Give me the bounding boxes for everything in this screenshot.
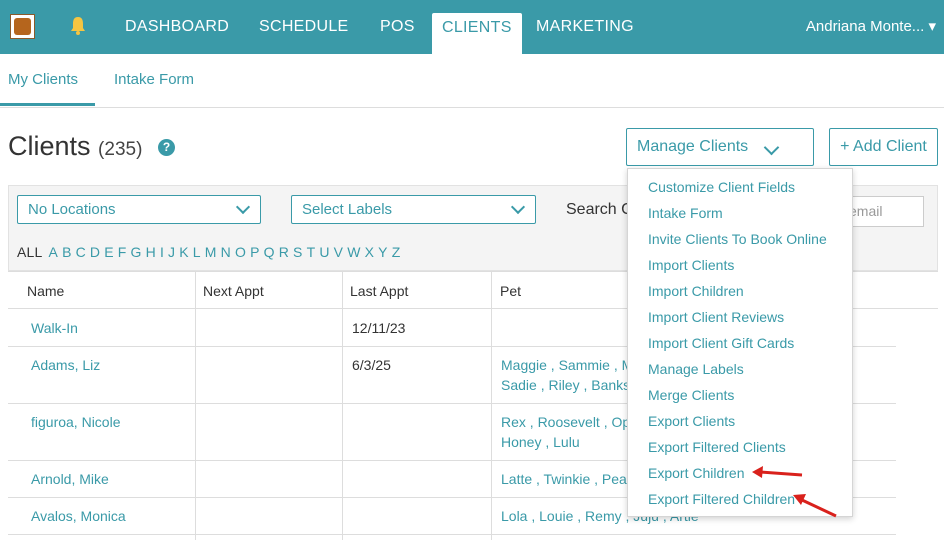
tab-my-clients[interactable]: My Clients	[8, 71, 78, 88]
alpha-letter[interactable]: S	[293, 244, 303, 260]
column-divider	[342, 271, 343, 540]
alpha-letter[interactable]: C	[76, 244, 86, 260]
pet-links[interactable]: Sadie , Riley , Banks	[501, 377, 630, 393]
alpha-letter[interactable]: B	[62, 244, 72, 260]
menu-item-merge-clients[interactable]: Merge Clients	[648, 387, 734, 403]
user-menu[interactable]: Andriana Monte... ▾	[806, 0, 936, 54]
chevron-down-icon	[235, 199, 251, 215]
menu-item-export-children[interactable]: Export Children	[648, 465, 745, 481]
client-name-link[interactable]: Adams, Liz	[31, 357, 100, 373]
logo-mark	[14, 18, 31, 35]
nav-clients[interactable]: CLIENTS	[432, 13, 522, 54]
menu-item-export-clients[interactable]: Export Clients	[648, 413, 735, 429]
pet-links[interactable]: Honey , Lulu	[501, 434, 580, 450]
alpha-letter[interactable]: U	[319, 244, 329, 260]
column-header-name[interactable]: Name	[27, 283, 64, 299]
bell-icon[interactable]	[69, 16, 87, 36]
column-header-pet[interactable]: Pet	[500, 283, 521, 299]
alpha-letter[interactable]: F	[118, 244, 127, 260]
alpha-letter[interactable]: N	[221, 244, 231, 260]
manage-clients-label: Manage Clients	[637, 138, 749, 155]
column-divider	[195, 271, 196, 540]
alpha-letter[interactable]: X	[365, 244, 375, 260]
client-name-link[interactable]: figuroa, Nicole	[31, 414, 121, 430]
red-arrow-icon	[752, 466, 803, 478]
menu-item-invite-clients[interactable]: Invite Clients To Book Online	[648, 231, 827, 247]
alpha-letter[interactable]: K	[179, 244, 189, 260]
alpha-letter[interactable]: R	[279, 244, 289, 260]
red-arrow-icon	[793, 494, 837, 518]
page-title-text: Clients	[8, 131, 91, 161]
nav-dashboard[interactable]: DASHBOARD	[125, 0, 229, 54]
top-navigation-bar: DASHBOARD SCHEDULE POS CLIENTS MARKETING…	[0, 0, 944, 54]
client-count: (235)	[98, 139, 143, 160]
alphabet-filter: ALL A B C D E F G H I J K L M N O P Q R S T U V W X Y Z	[17, 244, 404, 260]
menu-item-customize-fields[interactable]: Customize Client Fields	[648, 179, 795, 195]
last-appt-value: 6/3/25	[352, 357, 391, 373]
last-appt-value: 12/11/23	[352, 320, 406, 336]
location-select[interactable]: No Locations	[17, 195, 261, 224]
alpha-letter[interactable]: I	[160, 244, 164, 260]
nav-pos[interactable]: POS	[380, 0, 415, 54]
tab-intake-form[interactable]: Intake Form	[114, 71, 194, 88]
menu-item-import-gift-cards[interactable]: Import Client Gift Cards	[648, 335, 794, 351]
nav-marketing[interactable]: MARKETING	[536, 0, 634, 54]
chevron-down-icon	[510, 199, 526, 215]
add-client-button[interactable]: + Add Client	[829, 128, 938, 166]
menu-item-import-children[interactable]: Import Children	[648, 283, 744, 299]
alpha-letter[interactable]: G	[131, 244, 142, 260]
menu-item-export-filtered-clients[interactable]: Export Filtered Clients	[648, 439, 786, 455]
alpha-letter[interactable]: P	[250, 244, 260, 260]
client-name-link[interactable]: Walk-In	[31, 320, 78, 336]
location-select-value: No Locations	[28, 201, 116, 218]
help-icon[interactable]: ?	[158, 139, 175, 156]
alpha-letter[interactable]: M	[205, 244, 217, 260]
page-title: Clients (235)	[8, 131, 142, 162]
pet-links[interactable]: Rex , Roosevelt , Op	[501, 414, 630, 430]
alpha-letter[interactable]: D	[90, 244, 100, 260]
column-header-next-appt[interactable]: Next Appt	[203, 283, 264, 299]
alpha-letter[interactable]: O	[235, 244, 246, 260]
menu-item-export-filtered-children[interactable]: Export Filtered Children	[648, 491, 795, 507]
pet-links[interactable]: Maggie , Sammie , M	[501, 357, 633, 373]
alpha-letter[interactable]: Z	[392, 244, 401, 260]
alpha-letter[interactable]: L	[193, 244, 201, 260]
client-name-link[interactable]: Arnold, Mike	[31, 471, 109, 487]
row-divider	[8, 534, 896, 535]
nav-schedule[interactable]: SCHEDULE	[259, 0, 349, 54]
column-divider	[491, 271, 492, 540]
labels-select-value: Select Labels	[302, 201, 393, 218]
manage-clients-menu: Customize Client Fields Intake Form Invi…	[627, 168, 853, 517]
pet-links[interactable]: Latte , Twinkie , Pea	[501, 471, 627, 487]
client-name-link[interactable]: Avalos, Monica	[31, 508, 126, 524]
alpha-letter[interactable]: H	[146, 244, 156, 260]
active-tab-indicator	[0, 103, 95, 106]
alpha-all[interactable]: ALL	[17, 244, 43, 260]
alpha-letter[interactable]: J	[168, 244, 175, 260]
alpha-letter[interactable]: W	[347, 244, 360, 260]
alpha-letter[interactable]: Y	[378, 244, 388, 260]
menu-item-import-clients[interactable]: Import Clients	[648, 257, 734, 273]
menu-item-import-reviews[interactable]: Import Client Reviews	[648, 309, 784, 325]
labels-select[interactable]: Select Labels	[291, 195, 536, 224]
alpha-letter[interactable]: V	[334, 244, 344, 260]
menu-item-manage-labels[interactable]: Manage Labels	[648, 361, 744, 377]
chevron-down-icon	[763, 139, 780, 156]
manage-clients-button[interactable]: Manage Clients	[626, 128, 814, 166]
alpha-letter[interactable]: Q	[264, 244, 275, 260]
search-label: Search C	[566, 201, 633, 218]
alpha-letter[interactable]: A	[49, 244, 59, 260]
sub-navigation: My Clients Intake Form	[0, 54, 944, 108]
column-header-last-appt[interactable]: Last Appt	[350, 283, 408, 299]
alpha-letter[interactable]: E	[104, 244, 114, 260]
brand-logo[interactable]	[10, 14, 35, 39]
alpha-letter[interactable]: T	[307, 244, 316, 260]
menu-item-intake-form[interactable]: Intake Form	[648, 205, 723, 221]
